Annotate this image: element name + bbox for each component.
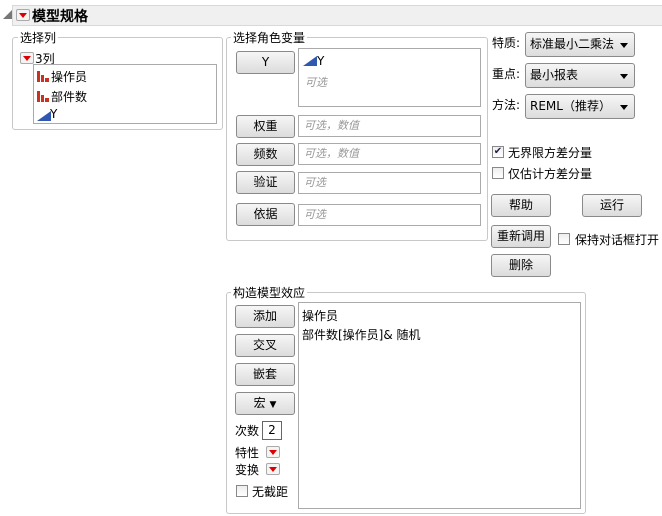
no-intercept-label: 无截距 (252, 485, 289, 499)
nominal-icon (37, 71, 50, 82)
emphasis-value: 最小报表 (530, 68, 579, 82)
disclosure-icon[interactable] (3, 10, 12, 19)
estimate-only-label: 仅估计方差分量 (508, 167, 593, 181)
validation-field[interactable]: 可选 (298, 172, 481, 194)
method-value: REML（推荐） (530, 99, 611, 113)
personality-value: 标准最小二乘法 (530, 37, 615, 51)
nominal-icon (37, 91, 50, 102)
run-button[interactable]: 运行 (582, 194, 642, 217)
continuous-icon (303, 56, 317, 66)
by-button[interactable]: 依据 (236, 203, 295, 226)
degree-field[interactable]: 2 (262, 421, 282, 440)
keep-open-label: 保持对话框打开 (575, 233, 660, 247)
emphasis-label: 重点: (492, 67, 521, 81)
chevron-down-icon (620, 74, 628, 79)
y-role-placeholder: 可选 (305, 76, 327, 89)
continuous-icon (37, 111, 51, 121)
effect-item[interactable]: 操作员 (302, 307, 338, 324)
freq-field[interactable]: 可选，数值 (298, 143, 481, 165)
columns-menu-icon[interactable] (20, 52, 34, 64)
chevron-down-icon: ▼ (269, 400, 277, 410)
emphasis-dropdown[interactable]: 最小报表 (525, 63, 635, 88)
estimate-only-checkbox[interactable] (492, 167, 504, 179)
column-item[interactable]: Y (37, 107, 57, 121)
header-bar (12, 5, 662, 26)
method-label: 方法: (492, 98, 521, 112)
no-intercept-checkbox[interactable] (236, 485, 248, 497)
page-title: 模型规格 (32, 9, 88, 25)
column-name: Y (50, 107, 58, 121)
transform-label: 变换 (235, 463, 260, 477)
nest-button[interactable]: 嵌套 (235, 363, 295, 386)
unbounded-checkbox[interactable]: ✔ (492, 146, 504, 158)
cross-button[interactable]: 交叉 (235, 334, 295, 357)
transform-menu-icon[interactable] (266, 463, 280, 475)
column-item[interactable]: 部件数 (37, 88, 87, 105)
add-button[interactable]: 添加 (235, 305, 295, 328)
attributes-menu-icon[interactable] (266, 446, 280, 458)
by-field[interactable]: 可选 (298, 204, 481, 226)
personality-label: 特质: (492, 36, 521, 50)
personality-dropdown[interactable]: 标准最小二乘法 (525, 32, 635, 57)
unbounded-label: 无界限方差分量 (508, 146, 593, 160)
column-name: 部件数 (51, 90, 88, 104)
keep-open-checkbox[interactable] (558, 233, 570, 245)
select-columns-label: 选择列 (18, 29, 59, 46)
effects-list[interactable]: 操作员 部件数[操作员]& 随机 (298, 302, 581, 509)
y-role-list[interactable]: Y 可选 (298, 48, 481, 107)
columns-list[interactable]: 操作员 部件数 Y (33, 64, 217, 124)
degree-label: 次数 (235, 424, 260, 438)
attributes-label: 特性 (235, 446, 260, 460)
chevron-down-icon (620, 105, 628, 110)
effect-item[interactable]: 部件数[操作员]& 随机 (302, 326, 421, 343)
chevron-down-icon (620, 43, 628, 48)
red-triangle-menu-icon[interactable] (16, 9, 30, 21)
column-name: 操作员 (51, 70, 88, 84)
help-button[interactable]: 帮助 (491, 194, 551, 217)
macros-label: 宏 (253, 396, 266, 410)
method-dropdown[interactable]: REML（推荐） (525, 94, 635, 119)
validation-button[interactable]: 验证 (236, 171, 295, 194)
effects-label: 构造模型效应 (231, 284, 308, 301)
y-button[interactable]: Y (236, 51, 295, 74)
weight-field[interactable]: 可选，数值 (298, 115, 481, 137)
macros-button[interactable]: 宏 ▼ (235, 392, 295, 415)
recall-button[interactable]: 重新调用 (491, 225, 551, 248)
roles-label: 选择角色变量 (231, 29, 308, 46)
y-role-value[interactable]: Y (317, 54, 324, 68)
weight-button[interactable]: 权重 (236, 115, 295, 138)
column-item[interactable]: 操作员 (37, 68, 87, 85)
remove-button[interactable]: 删除 (491, 254, 551, 277)
freq-button[interactable]: 频数 (236, 143, 295, 166)
